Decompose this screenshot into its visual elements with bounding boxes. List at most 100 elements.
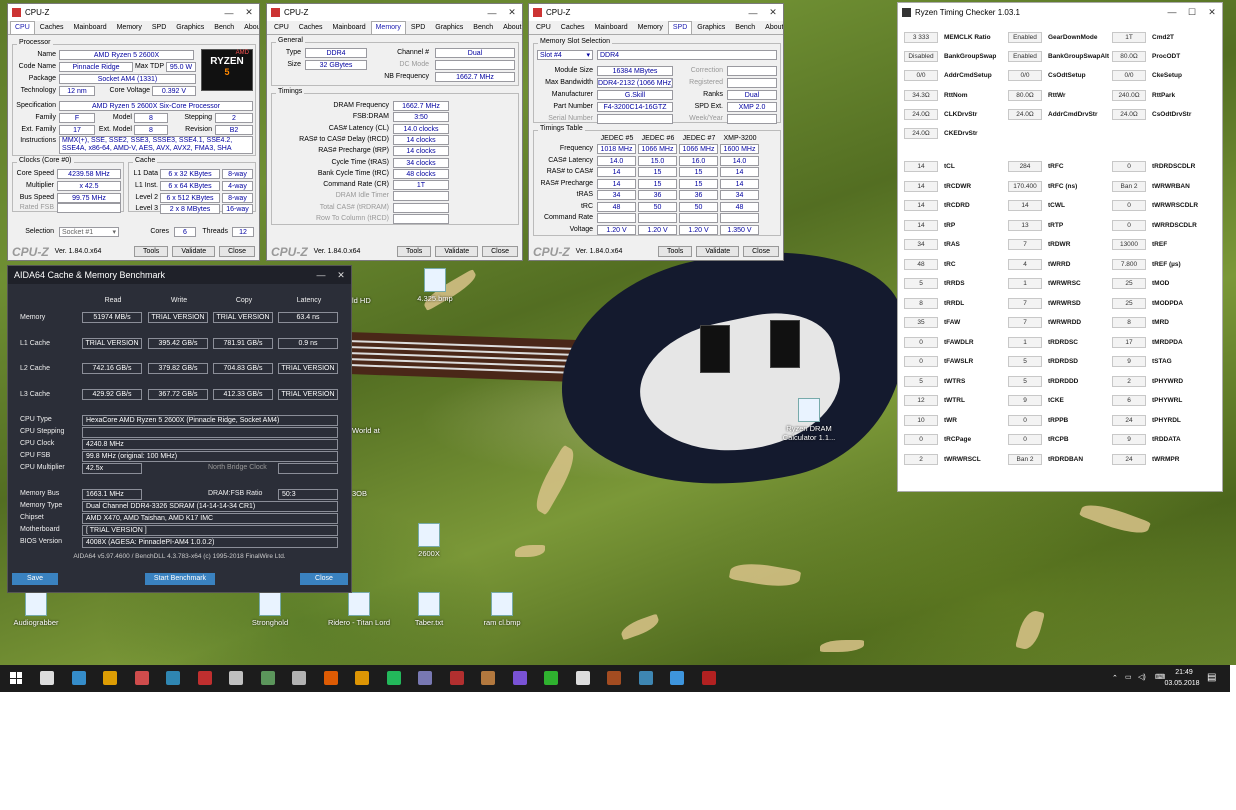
validate-button[interactable]: Validate [172,246,216,257]
taskbar-app-icon[interactable] [292,671,306,685]
taskbar-app-icon[interactable] [40,671,54,685]
socket-select[interactable]: Socket #1 ▾ [59,227,119,237]
title-bar[interactable]: CPU-Z — ✕ [529,4,783,21]
tab-spd[interactable]: SPD [147,21,171,34]
desktop-icon[interactable]: 2600X [397,523,461,558]
validate-button[interactable]: Validate [435,246,479,257]
save-button[interactable]: Save [12,573,58,585]
cpuz-memory-window: CPU-Z — ✕ CPU Caches Mainboard Memory SPD Graph… [266,3,523,261]
title-bar[interactable]: Ryzen Timing Checker 1.03.1 — ☐ ✕ [898,3,1222,21]
serial-number-value [597,114,673,124]
tab-about[interactable]: About [760,21,783,34]
volume-icon[interactable]: ◁) [1138,673,1146,681]
tools-button[interactable]: Tools [657,246,693,257]
tab-caches[interactable]: Caches [35,21,69,34]
clock-date[interactable]: 03.05.2018 [1160,680,1204,687]
desktop-icon[interactable]: Taber.txt [397,592,461,627]
table-cell: 16.0 [679,155,718,166]
close-icon[interactable]: ✕ [763,7,783,18]
minimize-button[interactable]: — [482,8,502,18]
close-icon[interactable]: ✕ [239,7,259,18]
network-icon[interactable]: ▭ [1125,673,1132,681]
cpuz-app-icon [271,8,280,17]
minimize-button[interactable]: — [311,270,331,280]
taskbar-app-icon[interactable] [166,671,180,685]
tab-graphics[interactable]: Graphics [692,21,730,34]
desktop-icon-label[interactable]: World at [352,426,392,435]
taskbar-app-icon[interactable] [260,671,275,685]
title-bar[interactable]: CPU-Z — ✕ [267,4,522,21]
taskbar-app-icon[interactable] [386,671,401,685]
tab-graphics[interactable]: Graphics [171,21,209,34]
tools-button[interactable]: Tools [133,246,169,257]
tab-about[interactable]: About [239,21,259,34]
close-button[interactable]: Close [219,246,255,257]
tab-bench[interactable]: Bench [209,21,239,34]
taskbar-app-icon[interactable] [418,671,432,685]
tab-cpu[interactable]: CPU [269,21,294,34]
tab-bench[interactable]: Bench [730,21,760,34]
taskbar-app-icon[interactable] [71,671,86,685]
desktop-icon[interactable]: 4.325.bmp [403,268,467,303]
taskbar-app-icon[interactable] [544,671,558,685]
taskbar-app-icon[interactable] [607,671,621,685]
desktop-icon-label[interactable]: ld HD [352,296,392,305]
tab-graphics[interactable]: Graphics [430,21,468,34]
tools-button[interactable]: Tools [396,246,432,257]
taskbar-app-icon[interactable] [355,671,369,685]
title-bar[interactable]: AIDA64 Cache & Memory Benchmark — ✕ [8,266,351,284]
desktop-icon-label[interactable]: 3OB [352,489,392,498]
close-button[interactable]: Close [482,246,518,257]
tab-about[interactable]: About [498,21,522,34]
tab-mainboard[interactable]: Mainboard [328,21,371,34]
close-button[interactable]: Close [300,573,348,585]
taskbar-app-icon[interactable] [134,671,149,685]
taskbar-app-icon[interactable] [449,671,464,685]
start-button[interactable] [10,672,22,684]
minimize-button[interactable]: — [743,8,763,18]
tab-cpu[interactable]: CPU [531,21,556,34]
taskbar-app-icon[interactable] [481,671,495,685]
desktop-icon[interactable]: ram cl.bmp [470,592,534,627]
tab-mainboard[interactable]: Mainboard [590,21,633,34]
tab-memory[interactable]: Memory [370,21,406,34]
tab-caches[interactable]: Caches [294,21,328,34]
close-icon[interactable]: ✕ [1202,7,1222,18]
maximize-button[interactable]: ☐ [1182,7,1202,18]
start-benchmark-button[interactable]: Start Benchmark [145,573,215,585]
taskbar-app-icon[interactable] [197,671,212,685]
close-icon[interactable]: ✕ [502,7,522,18]
tab-memory[interactable]: Memory [633,21,668,34]
taskbar-app-icon[interactable] [638,671,653,685]
desktop-icon[interactable]: Ridero - Titan Lord [327,592,391,627]
tab-bench[interactable]: Bench [468,21,498,34]
taskbar-app-icon[interactable] [512,671,527,685]
tray-chevron-icon[interactable]: ⌃ [1112,674,1118,682]
minimize-button[interactable]: — [1162,7,1182,17]
notification-icon[interactable]: ▤ [1207,672,1216,683]
slot-select[interactable]: Slot #4 ▾ [537,50,593,60]
label: Core Voltage [109,87,150,94]
benchmark-value: 51974 MB/s [82,312,142,323]
tab-spd[interactable]: SPD [667,21,693,34]
desktop-icon[interactable]: Ryzen DRAM Calculator 1.1... [777,398,841,442]
tab-memory[interactable]: Memory [112,21,147,34]
taskbar-app-icon[interactable] [670,671,684,685]
desktop-icon[interactable]: Audiograbber [4,592,68,627]
tab-spd[interactable]: SPD [406,21,430,34]
tab-mainboard[interactable]: Mainboard [69,21,112,34]
tab-cpu[interactable]: CPU [10,21,35,34]
taskbar-app-icon[interactable] [575,671,590,685]
title-bar[interactable]: CPU-Z — ✕ [8,4,259,21]
taskbar-app-icon[interactable] [323,671,338,685]
close-icon[interactable]: ✕ [331,270,351,281]
validate-button[interactable]: Validate [696,246,740,257]
close-button[interactable]: Close [743,246,779,257]
taskbar-app-icon[interactable] [103,671,117,685]
minimize-button[interactable]: — [219,8,239,18]
taskbar-app-icon[interactable] [229,671,243,685]
desktop-icon[interactable]: Stronghold [238,592,302,627]
tab-caches[interactable]: Caches [556,21,590,34]
taskbar-app-icon[interactable] [701,671,716,685]
clock-time[interactable]: 21:49 [1170,669,1198,676]
